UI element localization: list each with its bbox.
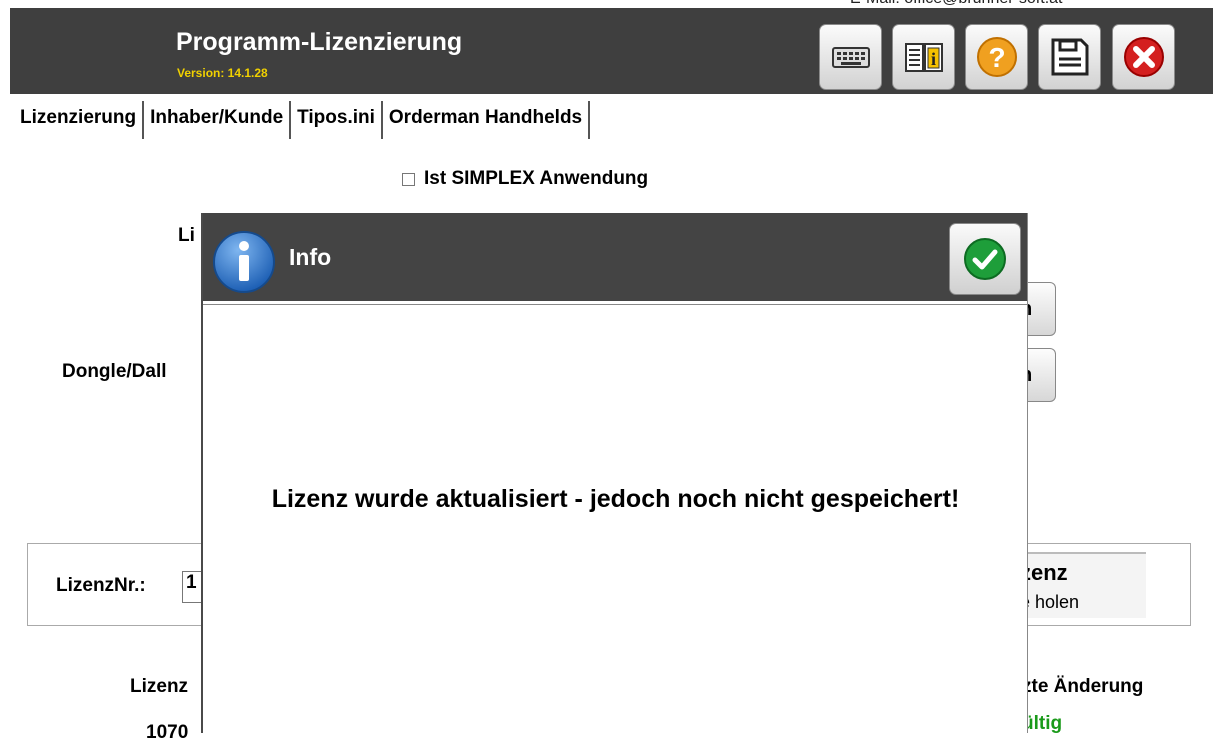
get-license-button[interactable]: zenz e holen: [1020, 552, 1146, 618]
manual-info-icon: i: [904, 43, 943, 72]
save-button[interactable]: [1038, 24, 1101, 90]
tab-lizenzierung[interactable]: Lizenzierung: [14, 101, 145, 139]
info-dialog-divider: [203, 304, 1027, 305]
svg-text:i: i: [930, 49, 935, 69]
checkmark-icon: [964, 238, 1006, 280]
get-license-subtitle: e holen: [1020, 592, 1080, 612]
close-button[interactable]: [1112, 24, 1175, 90]
manual-button[interactable]: i: [892, 24, 955, 90]
tab-bar: Lizenzierung Inhaber/Kunde Tipos.ini Ord…: [14, 101, 591, 139]
info-dialog-message: Lizenz wurde aktualisiert - jedoch noch …: [271, 485, 960, 513]
info-dialog-title: Info: [289, 244, 332, 270]
simplex-label: Ist SIMPLEX Anwendung: [424, 168, 649, 189]
app-version: Version: 14.1.28: [177, 66, 268, 80]
close-icon: [1123, 37, 1164, 77]
label-dongle: Dongle/Dall: [62, 361, 167, 382]
help-icon: ?: [976, 37, 1017, 77]
lizenznr-label: LizenzNr.:: [56, 575, 146, 596]
simplex-checkbox[interactable]: [402, 172, 415, 186]
column-lizenz: Lizenz: [130, 676, 189, 697]
svg-text:?: ?: [988, 42, 1005, 73]
keyboard-button[interactable]: [819, 24, 882, 90]
license-row-value: 1070: [146, 722, 189, 743]
tab-tipos-ini[interactable]: Tipos.ini: [291, 101, 383, 139]
info-icon: [213, 231, 275, 293]
simplex-checkbox-row[interactable]: Ist SIMPLEX Anwendung: [402, 168, 648, 190]
app-header: Programm-Lizenzierung Version: 14.1.28 i…: [10, 8, 1213, 94]
keyboard-icon: [831, 47, 870, 68]
info-dialog-header: Info: [203, 213, 1027, 301]
email-text: E-Mail: office@brunner-soft.at: [850, 0, 1062, 8]
tab-orderman-handhelds[interactable]: Orderman Handhelds: [383, 101, 591, 139]
info-dialog: Info Lizenz wurde aktualisiert - jedoch …: [201, 213, 1028, 733]
ok-button[interactable]: [949, 223, 1021, 295]
tab-inhaber-kunde[interactable]: Inhaber/Kunde: [144, 101, 292, 139]
label-li: Li: [178, 225, 195, 246]
save-icon: [1051, 38, 1088, 76]
status-valid: ültig: [1022, 713, 1063, 734]
help-button[interactable]: ?: [965, 24, 1028, 90]
column-last-change: zte Änderung: [1022, 676, 1144, 697]
app-title: Programm-Lizenzierung: [176, 28, 463, 56]
